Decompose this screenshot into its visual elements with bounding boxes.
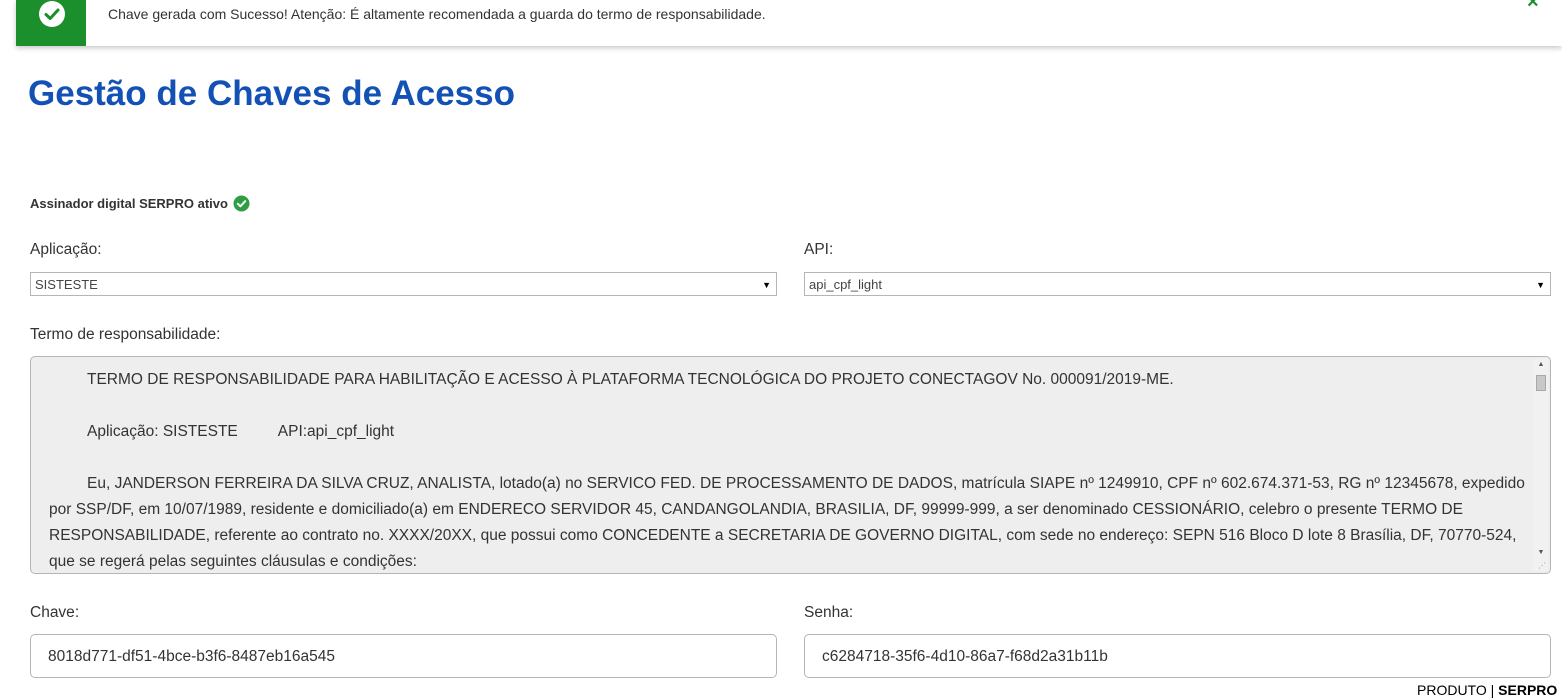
serpro-logo: SERPRO xyxy=(1498,682,1558,698)
check-circle-icon xyxy=(39,1,65,27)
scroll-thumb[interactable] xyxy=(1536,375,1546,391)
password-label: Senha: xyxy=(804,604,853,622)
password-field[interactable]: c6284718-35f6-4d10-86a7-f68d2a31b11b xyxy=(804,634,1551,678)
terms-textarea[interactable]: TERMO DE RESPONSABILIDADE PARA HABILITAÇ… xyxy=(30,356,1551,574)
key-label-colon: : xyxy=(74,604,80,621)
signer-status-text: Assinador digital SERPRO ativo xyxy=(30,196,228,211)
terms-app-line: Aplicação: SISTESTE API:api_cpf_light xyxy=(49,419,1529,445)
key-field[interactable]: 8018d771-df51-4bce-b3f6-8487eb16a545 xyxy=(30,634,777,678)
terms-label-text: Termo de responsabilidade xyxy=(30,326,217,343)
terms-heading: TERMO DE RESPONSABILIDADE PARA HABILITAÇ… xyxy=(87,371,1174,388)
password-field-value: c6284718-35f6-4d10-86a7-f68d2a31b11b xyxy=(822,648,1108,665)
key-field-value: 8018d771-df51-4bce-b3f6-8487eb16a545 xyxy=(48,648,335,665)
key-label-text: Chave xyxy=(30,604,75,621)
api-label: API: xyxy=(804,241,833,259)
scroll-down-icon[interactable]: ▼ xyxy=(1534,547,1548,559)
application-label: Aplicação: xyxy=(30,241,102,259)
password-label-colon: : xyxy=(848,604,854,621)
terms-label: Termo de responsabilidade: xyxy=(30,326,220,344)
chevron-down-icon: ▼ xyxy=(1536,280,1545,290)
footer-brand: PRODUTO | SERPRO xyxy=(1417,682,1557,698)
key-label: Chave: xyxy=(30,604,79,622)
application-label-colon: : xyxy=(97,241,102,258)
footer-product-label: PRODUTO | xyxy=(1417,682,1499,698)
close-icon[interactable]: × xyxy=(1527,0,1539,12)
api-label-colon: : xyxy=(828,241,834,258)
scroll-up-icon[interactable]: ▲ xyxy=(1534,359,1548,371)
application-label-text: Aplicação xyxy=(30,241,98,258)
terms-api-value: API:api_cpf_light xyxy=(277,423,395,440)
terms-app-value: Aplicação: SISTESTE xyxy=(87,423,238,440)
password-label-text: Senha xyxy=(804,604,849,621)
chevron-down-icon: ▼ xyxy=(762,280,771,290)
api-select-value: api_cpf_light xyxy=(809,277,882,292)
signer-status: Assinador digital SERPRO ativo xyxy=(30,195,250,212)
resize-grip-icon[interactable]: ⋰ xyxy=(1538,561,1548,571)
application-select-value: SISTESTE xyxy=(35,277,98,292)
toast-icon-box xyxy=(16,0,86,46)
toast-message: Chave gerada com Sucesso! Atenção: É alt… xyxy=(108,6,766,22)
success-toast: Chave gerada com Sucesso! Atenção: É alt… xyxy=(16,0,1562,46)
api-label-text: API xyxy=(804,241,829,258)
terms-label-colon: : xyxy=(216,326,221,343)
application-select[interactable]: SISTESTE ▼ xyxy=(30,272,777,296)
check-circle-icon xyxy=(233,195,250,212)
api-select[interactable]: api_cpf_light ▼ xyxy=(804,272,1551,296)
terms-scrollbar[interactable]: ▲ ▼ xyxy=(1534,359,1548,571)
page-title: Gestão de Chaves de Acesso xyxy=(28,74,515,113)
terms-content: TERMO DE RESPONSABILIDADE PARA HABILITAÇ… xyxy=(49,367,1529,573)
terms-body: Eu, JANDERSON FERREIRA DA SILVA CRUZ, AN… xyxy=(49,475,1525,570)
